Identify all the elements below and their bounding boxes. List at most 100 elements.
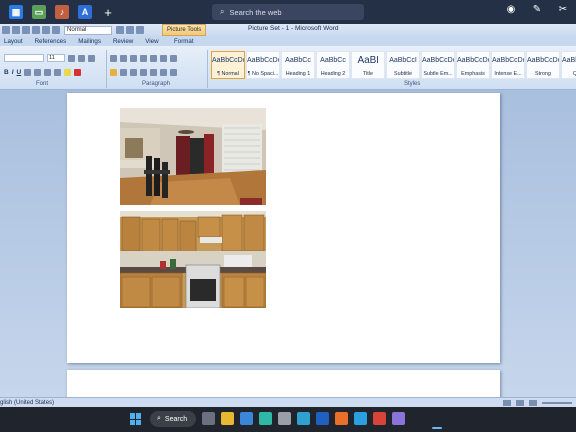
style-card[interactable]: AaBbCcDc Strong	[526, 51, 560, 79]
store-icon[interactable]	[240, 412, 253, 425]
kitchen-photo[interactable]	[120, 211, 266, 308]
superscript-icon[interactable]	[44, 68, 52, 76]
subscript-icon[interactable]	[34, 68, 42, 76]
columns-icon[interactable]	[126, 26, 134, 34]
save-icon[interactable]	[2, 26, 10, 34]
tab-mailings[interactable]: Mailings	[76, 38, 109, 45]
style-name: Strong	[535, 71, 551, 77]
clear-format-icon[interactable]	[88, 54, 95, 62]
font-app-icon[interactable]: A	[78, 5, 92, 19]
style-preview: AaBbCcDc	[247, 57, 279, 64]
font-size-box[interactable]: 11	[47, 54, 65, 62]
scissors-icon[interactable]: ✂	[556, 4, 570, 15]
web-search-box[interactable]: ⌕ Search the web	[212, 4, 364, 20]
shading-icon[interactable]	[160, 68, 167, 76]
style-card[interactable]: AaBbCcDc Quo	[561, 51, 576, 79]
app2-icon[interactable]	[354, 412, 367, 425]
new-tab-icon[interactable]: +	[101, 5, 115, 20]
multilevel-list-icon[interactable]	[130, 54, 137, 62]
style-select[interactable]: Normal	[64, 25, 112, 35]
windows-start-icon[interactable]	[130, 413, 142, 425]
zoom-slider[interactable]	[542, 401, 572, 404]
firefox-icon[interactable]	[335, 412, 348, 425]
tab-references[interactable]: References	[33, 38, 75, 45]
edge-icon[interactable]	[259, 412, 272, 425]
styles-group-label: Styles	[404, 81, 421, 87]
bullets-icon[interactable]	[110, 54, 117, 62]
style-card[interactable]: AaBbCc Heading 1	[281, 51, 315, 79]
redo-icon[interactable]	[42, 26, 50, 34]
style-preview: AaBbCcDc	[562, 57, 576, 64]
media-player-icon[interactable]	[316, 412, 329, 425]
style-card[interactable]: AaBbCcDc Emphasis	[456, 51, 490, 79]
style-card[interactable]: AaBbCc Heading 2	[316, 51, 350, 79]
tab-layout[interactable]: Layout	[2, 38, 31, 45]
ribbon-separator	[106, 50, 107, 88]
style-preview: AaBl	[357, 56, 379, 66]
calculator-icon[interactable]: ▦	[9, 5, 23, 19]
style-card[interactable]: AaBbCcDc ¶ Normal	[211, 51, 245, 79]
taskbar-search-label: Search	[164, 415, 188, 423]
sort-icon[interactable]	[160, 54, 167, 62]
font-color-icon[interactable]	[74, 68, 82, 76]
paragraph-mark-icon[interactable]	[136, 26, 144, 34]
line-spacing-icon[interactable]	[150, 68, 157, 76]
highlight-icon[interactable]	[64, 68, 72, 76]
justify-icon[interactable]	[140, 68, 147, 76]
show-marks-icon[interactable]	[170, 54, 177, 62]
shrink-font-icon[interactable]	[78, 54, 85, 62]
taskbar-search[interactable]: ⌕ Search	[150, 411, 196, 427]
compose-icon[interactable]: ✎	[530, 4, 544, 15]
align-center-icon[interactable]	[120, 68, 127, 76]
tab-view[interactable]: View	[143, 38, 166, 45]
style-card[interactable]: AaBl Title	[351, 51, 385, 79]
app-icon[interactable]	[297, 412, 310, 425]
web-layout-icon[interactable]	[529, 399, 537, 406]
word-app-icon[interactable]	[392, 412, 405, 425]
tab-review[interactable]: Review	[111, 38, 141, 45]
style-name: Subtitle	[394, 71, 412, 77]
change-case-icon[interactable]	[54, 68, 62, 76]
language-status[interactable]: glish (United States)	[0, 400, 54, 406]
style-preview: AaBbCcDc	[527, 57, 559, 64]
settings-icon[interactable]	[278, 412, 291, 425]
style-card[interactable]: AaBbCcDc Intense E...	[491, 51, 525, 79]
align-left-icon[interactable]	[110, 68, 117, 76]
window-icon[interactable]: ▭	[32, 5, 46, 19]
increase-indent-icon[interactable]	[150, 54, 157, 62]
chrome-icon[interactable]	[373, 412, 386, 425]
font-family-box[interactable]	[4, 54, 44, 62]
style-name: Subtle Em...	[423, 71, 453, 77]
underline-icon[interactable]: U	[17, 69, 22, 76]
print-icon[interactable]	[12, 26, 20, 34]
search-icon: ⌕	[220, 7, 225, 16]
align-right-icon[interactable]	[130, 68, 137, 76]
print-layout-icon[interactable]	[503, 399, 511, 406]
decrease-indent-icon[interactable]	[140, 54, 147, 62]
style-card[interactable]: AaBbCcDc ¶ No Spaci...	[246, 51, 280, 79]
bold-icon[interactable]: B	[4, 69, 9, 76]
spelling-icon[interactable]	[52, 26, 60, 34]
task-view-icon[interactable]	[202, 412, 215, 425]
table-icon[interactable]	[116, 26, 124, 34]
document-page[interactable]	[67, 93, 500, 363]
style-card[interactable]: AaBbCcDc Subtle Em...	[421, 51, 455, 79]
file-explorer-icon[interactable]	[221, 412, 234, 425]
numbering-icon[interactable]	[120, 54, 127, 62]
living-room-photo[interactable]	[120, 108, 266, 205]
document-canvas[interactable]	[0, 90, 576, 397]
undo-icon[interactable]	[32, 26, 40, 34]
preview-icon[interactable]	[22, 26, 30, 34]
quick-access-icons	[2, 26, 60, 34]
font-group-label: Font	[36, 81, 49, 87]
strikethrough-icon[interactable]	[24, 68, 32, 76]
borders-icon[interactable]	[170, 68, 177, 76]
grow-font-icon[interactable]	[68, 54, 75, 62]
profile-icon[interactable]: ◉	[504, 4, 518, 15]
full-screen-icon[interactable]	[516, 399, 524, 406]
italic-icon[interactable]: I	[12, 69, 14, 76]
tab-format[interactable]: Format	[172, 38, 202, 45]
style-card[interactable]: AaBbCcI Subtitle	[386, 51, 420, 79]
document-page-2[interactable]	[67, 370, 500, 397]
media-icon[interactable]: ♪	[55, 5, 69, 19]
